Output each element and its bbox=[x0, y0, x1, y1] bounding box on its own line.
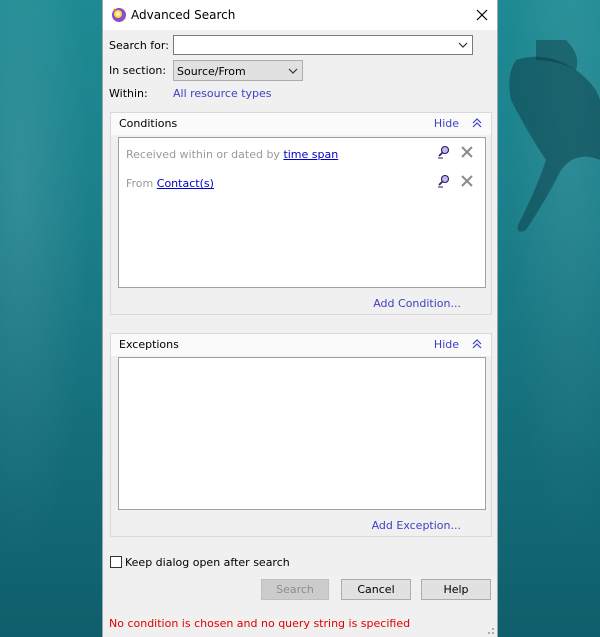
keep-open-label: Keep dialog open after search bbox=[125, 556, 290, 569]
condition-item: Received within or dated by time span bbox=[126, 148, 338, 161]
add-exception-link[interactable]: Add Exception... bbox=[372, 519, 461, 532]
search-button[interactable]: Search bbox=[261, 579, 329, 600]
exceptions-title: Exceptions bbox=[119, 338, 179, 351]
help-button[interactable]: Help bbox=[421, 579, 491, 600]
exceptions-list bbox=[118, 357, 486, 510]
status-message: No condition is chosen and no query stri… bbox=[109, 617, 411, 630]
desktop-background-left bbox=[0, 0, 102, 637]
edit-condition-icon[interactable] bbox=[437, 145, 451, 159]
advanced-search-dialog: Advanced Search Search for: In section: … bbox=[102, 0, 498, 637]
dialog-title: Advanced Search bbox=[131, 8, 236, 22]
remove-condition-icon[interactable] bbox=[461, 146, 473, 158]
cancel-button[interactable]: Cancel bbox=[341, 579, 411, 600]
in-section-value: Source/From bbox=[177, 65, 246, 78]
condition-actions bbox=[437, 174, 473, 188]
collapse-up-icon[interactable] bbox=[471, 117, 483, 129]
exceptions-panel: Exceptions Hide Add Exception... bbox=[110, 333, 492, 537]
search-for-label: Search for: bbox=[109, 39, 169, 52]
add-condition-link[interactable]: Add Condition... bbox=[373, 297, 461, 310]
conditions-title: Conditions bbox=[119, 117, 178, 130]
contacts-link[interactable]: Contact(s) bbox=[157, 177, 214, 190]
exceptions-hide-link[interactable]: Hide bbox=[434, 338, 459, 351]
within-label: Within: bbox=[109, 87, 148, 100]
time-span-link[interactable]: time span bbox=[283, 148, 338, 161]
background-swimmer-image bbox=[509, 40, 600, 232]
condition-actions bbox=[437, 145, 473, 159]
search-for-combobox[interactable] bbox=[173, 35, 473, 55]
collapse-up-icon[interactable] bbox=[471, 338, 483, 350]
conditions-hide-link[interactable]: Hide bbox=[434, 117, 459, 130]
conditions-list: Received within or dated by time span Fr… bbox=[118, 137, 486, 288]
in-section-select[interactable]: Source/From bbox=[173, 60, 303, 81]
resize-grip-icon[interactable] bbox=[485, 625, 495, 635]
condition-text: Received within or dated by bbox=[126, 148, 280, 161]
chevron-down-icon bbox=[288, 68, 298, 74]
in-section-label: In section: bbox=[109, 64, 167, 77]
conditions-header: Conditions Hide bbox=[111, 113, 491, 135]
condition-text: From bbox=[126, 177, 154, 190]
search-for-input[interactable] bbox=[176, 37, 450, 55]
title-bar: Advanced Search bbox=[103, 0, 497, 30]
remove-condition-icon[interactable] bbox=[461, 175, 473, 187]
condition-item: From Contact(s) bbox=[126, 177, 214, 190]
search-wizard-icon bbox=[112, 8, 126, 22]
close-icon bbox=[476, 9, 488, 21]
conditions-panel: Conditions Hide Received within or dated… bbox=[110, 112, 492, 315]
within-link[interactable]: All resource types bbox=[173, 87, 272, 100]
close-button[interactable] bbox=[467, 0, 497, 30]
keep-open-checkbox[interactable] bbox=[110, 556, 122, 568]
exceptions-header: Exceptions Hide bbox=[111, 334, 491, 356]
edit-condition-icon[interactable] bbox=[437, 174, 451, 188]
chevron-down-icon[interactable] bbox=[458, 40, 468, 50]
